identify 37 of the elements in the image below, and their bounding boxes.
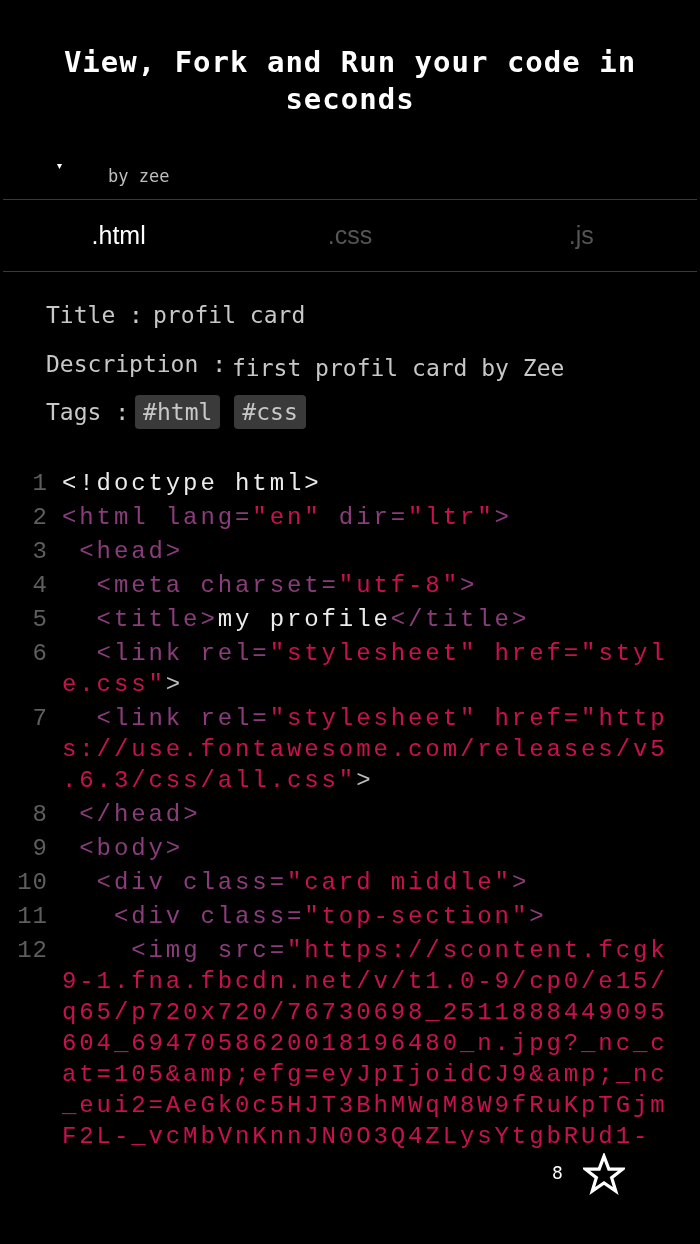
line-number: 11 xyxy=(16,901,49,932)
star-icon[interactable] xyxy=(582,1153,625,1195)
title-value: profil card xyxy=(152,301,306,330)
caret-icon[interactable]: ▾ xyxy=(57,161,62,171)
tags-label: Tags : xyxy=(46,398,130,427)
code-line: <img src="https://scontent.fcgk9-1.fna.fbcdn.net/v/t1.0-9/cp0/e15/q65/p720x720/76730698_2511888449095604_6947058620018196480_n.jpg?_nc_cat=105&amp;efg=eyJpIjoidCJ9&amp;_nc_eui2=AeGk0c5HJT3BhMWqM8W9fRuKpTGjmF2L-_vcMbVnKnnJN0O3Q4ZLysYtgbRUd1- xyxy=(62,935,669,1152)
line-number: 9 xyxy=(31,833,49,864)
line-number: 1 xyxy=(31,468,49,499)
tag-chip[interactable]: #css xyxy=(234,395,306,430)
description-label: Description : xyxy=(46,349,226,379)
line-number: 3 xyxy=(31,536,49,567)
code-line: <!doctype html> xyxy=(62,468,323,499)
line-number: 2 xyxy=(31,502,49,533)
line-number: 5 xyxy=(31,604,49,635)
line-number: 4 xyxy=(31,570,49,601)
title-label: Title : xyxy=(46,301,143,330)
file-tab[interactable]: .html xyxy=(3,200,235,271)
code-line: <link rel="stylesheet" href="style.css"> xyxy=(62,638,669,700)
line-number: 12 xyxy=(16,935,49,966)
star-count: 8 xyxy=(552,1162,563,1186)
code-line: <head> xyxy=(78,536,185,567)
code-line: <body> xyxy=(78,833,185,864)
code-line: <html lang="en" dir="ltr"> xyxy=(62,502,513,533)
code-line: <title>my profile</title> xyxy=(95,604,531,635)
page-title: View, Fork and Run your code in seconds xyxy=(62,44,638,118)
line-number: 8 xyxy=(31,799,49,830)
code-line: <div class="top-section"> xyxy=(112,901,548,932)
tag-chip[interactable]: #html xyxy=(135,395,221,430)
description-value: first profil card by Zee xyxy=(232,353,565,383)
author-name: by zee xyxy=(108,168,170,185)
line-number: 10 xyxy=(16,867,49,898)
code-line: <div class="card middle"> xyxy=(95,867,531,898)
code-line: </head> xyxy=(78,799,202,830)
line-number: 7 xyxy=(31,703,49,734)
code-line: <link rel="stylesheet" href="https://use.fontawesome.com/releases/v5.6.3/css/all.css"> xyxy=(62,703,669,796)
code-line: <meta charset="utf-8"> xyxy=(95,570,479,601)
line-number: 6 xyxy=(31,638,49,669)
